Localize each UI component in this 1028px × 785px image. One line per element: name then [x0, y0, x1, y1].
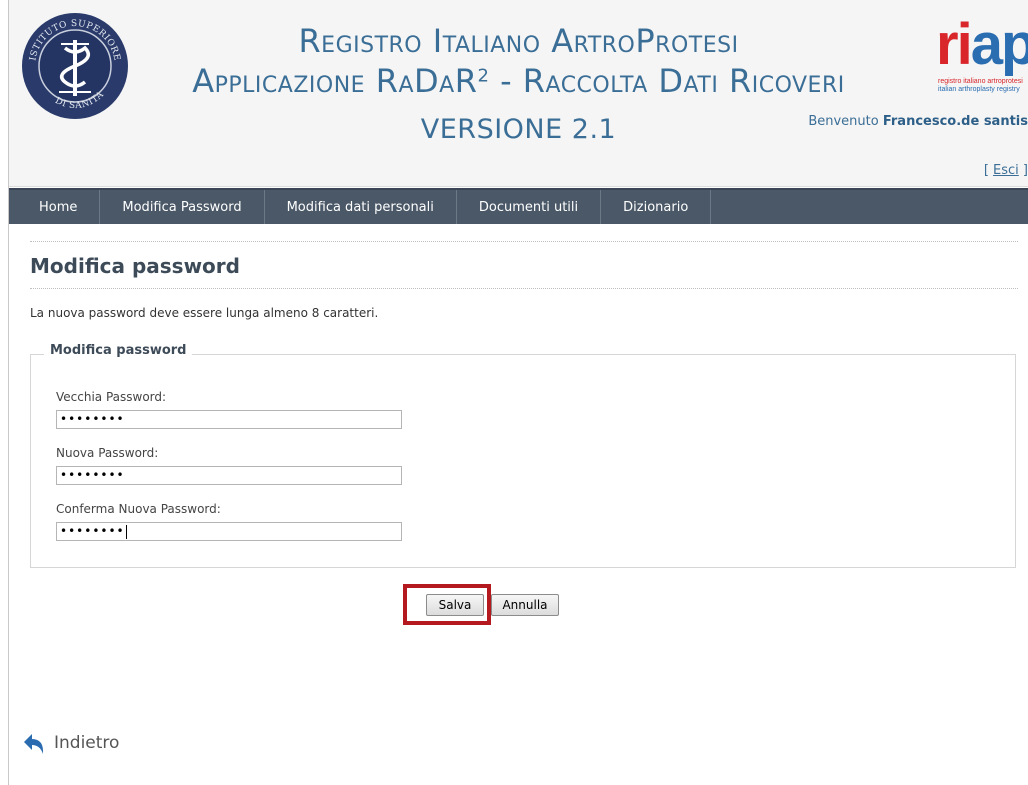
- text-caret: [125, 524, 127, 539]
- old-password-input[interactable]: ••••••••: [56, 410, 402, 429]
- logout-link[interactable]: Esci: [993, 163, 1019, 178]
- nav-item-documenti-utili[interactable]: Documenti utili: [457, 190, 602, 224]
- nav-item-modifica-dati-personali[interactable]: Modifica dati personali: [265, 190, 457, 224]
- new-password-input[interactable]: ••••••••: [56, 466, 402, 485]
- page-title: Modifica password: [30, 254, 240, 278]
- logo-subtitle-it: registro italiano artroprotesi: [938, 78, 1023, 85]
- logout: [ Esci ]: [983, 163, 1028, 178]
- nav-item-dizionario[interactable]: Dizionario: [601, 190, 712, 224]
- password-requirement-text: La nuova password deve essere lunga alme…: [30, 306, 379, 320]
- new-password-label: Nuova Password:: [56, 446, 159, 460]
- save-button-highlight: [403, 584, 491, 625]
- divider-bottom: [30, 288, 1018, 289]
- nav-item-modifica-password[interactable]: Modifica Password: [100, 190, 265, 224]
- back-link[interactable]: Indietro: [22, 730, 119, 756]
- welcome-text: Benvenuto Francesco.de santis: [808, 114, 1028, 129]
- logo-subtitle-en: italian arthroplasty registry: [938, 86, 1020, 93]
- app-title-line-2: Applicazione RaDaR2 - Raccolta Dati Rico…: [192, 62, 845, 100]
- back-label: Indietro: [54, 733, 120, 753]
- header: ISTITUTO SUPERIORE DI SANITA Registro It…: [9, 0, 1028, 187]
- riap-logo: riap registro italiano artroprotesi ital…: [936, 18, 1028, 93]
- username: Francesco.de santis: [882, 114, 1028, 129]
- app-title-line-1: Registro Italiano ArtroProtesi: [298, 22, 739, 60]
- old-password-label: Vecchia Password:: [56, 390, 167, 404]
- back-arrow-icon: [24, 734, 44, 754]
- divider-top: [30, 241, 1018, 242]
- confirm-password-input[interactable]: ••••••••: [56, 522, 402, 541]
- nav-item-home[interactable]: Home: [9, 190, 101, 224]
- fieldset-legend: Modifica password: [44, 343, 193, 358]
- cancel-button[interactable]: Annulla: [491, 594, 559, 616]
- main-nav: Home Modifica Password Modifica dati per…: [9, 188, 1028, 224]
- confirm-password-label: Conferma Nuova Password:: [56, 502, 221, 516]
